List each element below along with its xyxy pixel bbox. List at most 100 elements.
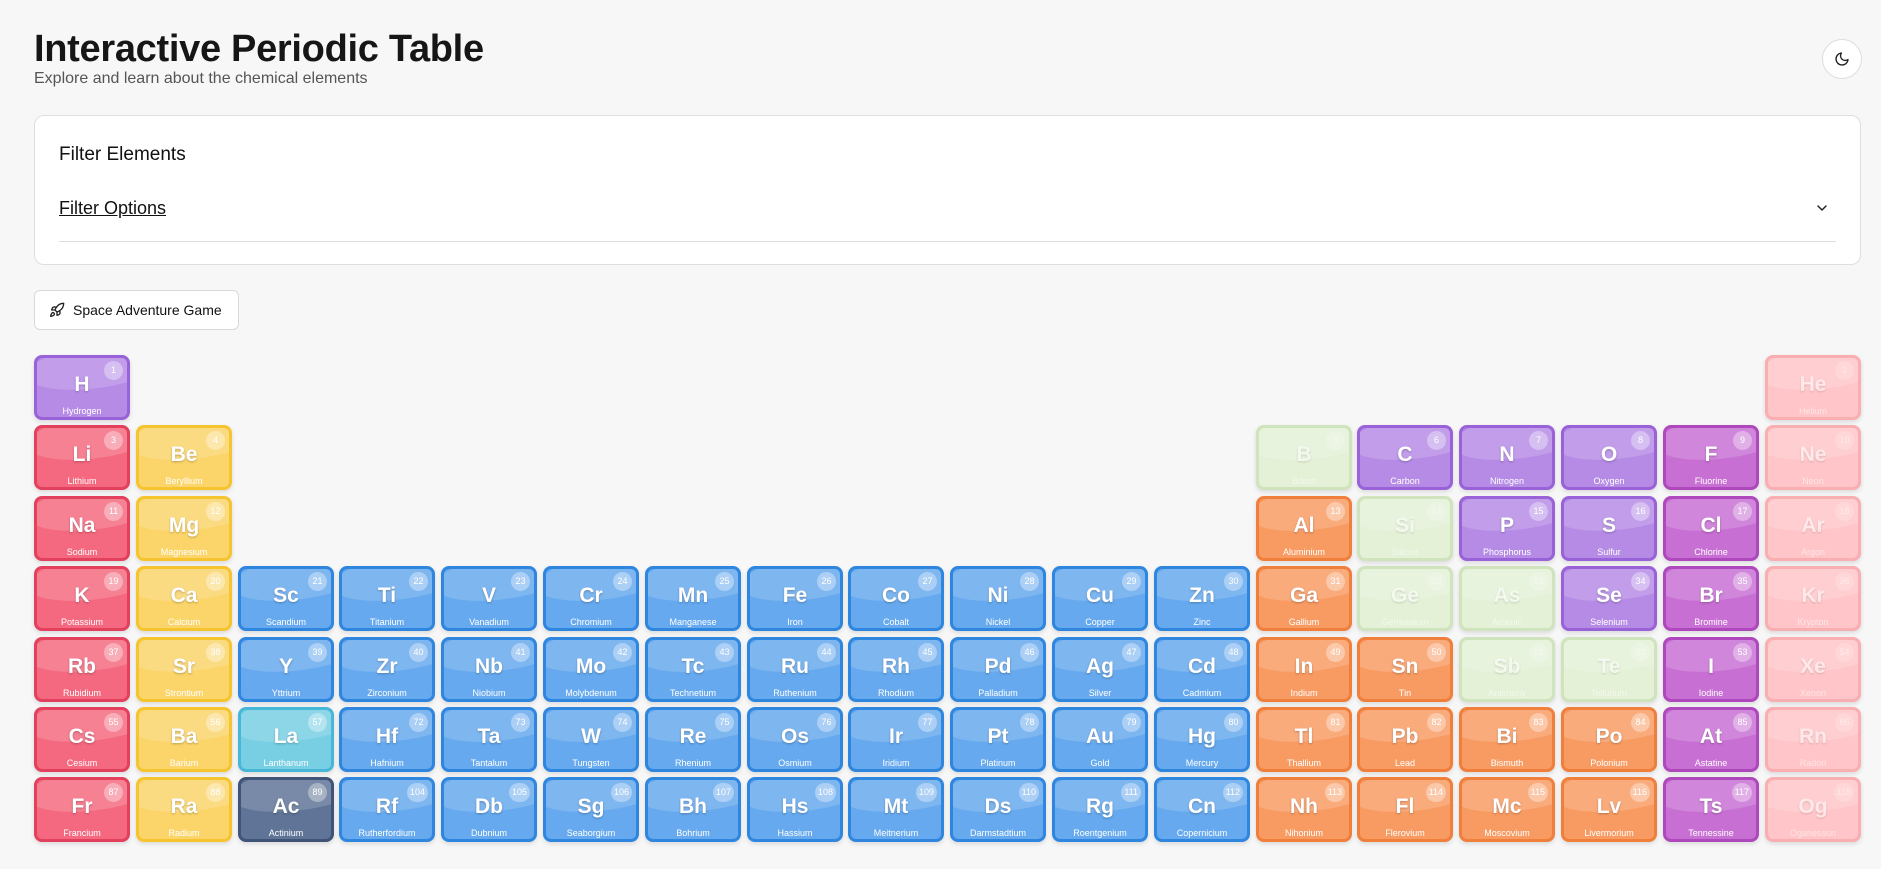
element-tile-technetium[interactable]: 43 Tc Technetium (645, 637, 741, 702)
element-tile-tellurium[interactable]: 52 Te Tellurium (1561, 637, 1657, 702)
element-tile-cobalt[interactable]: 27 Co Cobalt (848, 566, 944, 631)
element-tile-nitrogen[interactable]: 7 N Nitrogen (1459, 425, 1555, 490)
element-tile-krypton[interactable]: 36 Kr Krypton (1765, 566, 1861, 631)
element-tile-gallium[interactable]: 31 Ga Gallium (1256, 566, 1352, 631)
element-tile-magnesium[interactable]: 12 Mg Magnesium (136, 496, 232, 561)
element-tile-polonium[interactable]: 84 Po Polonium (1561, 707, 1657, 772)
element-tile-argon[interactable]: 18 Ar Argon (1765, 496, 1861, 561)
element-tile-mercury[interactable]: 80 Hg Mercury (1154, 707, 1250, 772)
element-tile-rhodium[interactable]: 45 Rh Rhodium (848, 637, 944, 702)
element-name: Calcium (167, 617, 201, 627)
element-tile-germanium[interactable]: 32 Ge Germanium (1357, 566, 1453, 631)
element-tile-silicon[interactable]: 14 Si Silicon (1357, 496, 1453, 561)
element-tile-tennessine[interactable]: 117 Ts Tennessine (1663, 777, 1759, 842)
chevron-down-icon[interactable] (1814, 200, 1830, 216)
element-tile-chromium[interactable]: 24 Cr Chromium (543, 566, 639, 631)
element-tile-neon[interactable]: 10 Ne Neon (1765, 425, 1861, 490)
element-tile-cadmium[interactable]: 48 Cd Cadmium (1154, 637, 1250, 702)
element-tile-selenium[interactable]: 34 Se Selenium (1561, 566, 1657, 631)
element-tile-molybdenum[interactable]: 42 Mo Molybdenum (543, 637, 639, 702)
element-tile-lead[interactable]: 82 Pb Lead (1357, 707, 1453, 772)
element-tile-beryllium[interactable]: 4 Be Beryllium (136, 425, 232, 490)
element-tile-copper[interactable]: 29 Cu Copper (1052, 566, 1148, 631)
element-tile-radon[interactable]: 86 Rn Radon (1765, 707, 1861, 772)
element-tile-iridium[interactable]: 77 Ir Iridium (848, 707, 944, 772)
element-tile-niobium[interactable]: 41 Nb Niobium (441, 637, 537, 702)
element-tile-bismuth[interactable]: 83 Bi Bismuth (1459, 707, 1555, 772)
element-tile-rhenium[interactable]: 75 Re Rhenium (645, 707, 741, 772)
element-tile-roentgenium[interactable]: 111 Rg Roentgenium (1052, 777, 1148, 842)
element-tile-radium[interactable]: 88 Ra Radium (136, 777, 232, 842)
element-tile-cesium[interactable]: 55 Cs Cesium (34, 707, 130, 772)
element-tile-indium[interactable]: 49 In Indium (1256, 637, 1352, 702)
element-tile-calcium[interactable]: 20 Ca Calcium (136, 566, 232, 631)
element-tile-xenon[interactable]: 54 Xe Xenon (1765, 637, 1861, 702)
element-tile-flerovium[interactable]: 114 Fl Flerovium (1357, 777, 1453, 842)
element-tile-fluorine[interactable]: 9 F Fluorine (1663, 425, 1759, 490)
element-tile-chlorine[interactable]: 17 Cl Chlorine (1663, 496, 1759, 561)
element-tile-oxygen[interactable]: 8 O Oxygen (1561, 425, 1657, 490)
element-tile-nickel[interactable]: 28 Ni Nickel (950, 566, 1046, 631)
element-tile-thallium[interactable]: 81 Tl Thallium (1256, 707, 1352, 772)
element-tile-bromine[interactable]: 35 Br Bromine (1663, 566, 1759, 631)
element-tile-lithium[interactable]: 3 Li Lithium (34, 425, 130, 490)
element-tile-sulfur[interactable]: 16 S Sulfur (1561, 496, 1657, 561)
element-tile-zinc[interactable]: 30 Zn Zinc (1154, 566, 1250, 631)
element-tile-dubnium[interactable]: 105 Db Dubnium (441, 777, 537, 842)
element-name: Cadmium (1182, 688, 1222, 698)
element-tile-aluminium[interactable]: 13 Al Aluminium (1256, 496, 1352, 561)
element-tile-astatine[interactable]: 85 At Astatine (1663, 707, 1759, 772)
element-tile-scandium[interactable]: 21 Sc Scandium (238, 566, 334, 631)
element-tile-tungsten[interactable]: 74 W Tungsten (543, 707, 639, 772)
element-tile-phosphorus[interactable]: 15 P Phosphorus (1459, 496, 1555, 561)
element-tile-boron[interactable]: 5 B Boron (1256, 425, 1352, 490)
element-tile-sodium[interactable]: 11 Na Sodium (34, 496, 130, 561)
element-tile-manganese[interactable]: 25 Mn Manganese (645, 566, 741, 631)
element-tile-yttrium[interactable]: 39 Y Yttrium (238, 637, 334, 702)
element-tile-oganesson[interactable]: 118 Og Oganesson (1765, 777, 1861, 842)
element-tile-darmstadtium[interactable]: 110 Ds Darmstadtium (950, 777, 1046, 842)
element-tile-rubidium[interactable]: 37 Rb Rubidium (34, 637, 130, 702)
element-tile-copernicium[interactable]: 112 Cn Copernicium (1154, 777, 1250, 842)
filter-options-accordion[interactable]: Filter Options (59, 198, 1836, 242)
element-tile-strontium[interactable]: 38 Sr Strontium (136, 637, 232, 702)
element-name: Flerovium (1385, 828, 1425, 838)
element-tile-livermorium[interactable]: 116 Lv Livermorium (1561, 777, 1657, 842)
element-tile-ruthenium[interactable]: 44 Ru Ruthenium (747, 637, 843, 702)
element-tile-zirconium[interactable]: 40 Zr Zirconium (339, 637, 435, 702)
element-tile-barium[interactable]: 56 Ba Barium (136, 707, 232, 772)
element-tile-seaborgium[interactable]: 106 Sg Seaborgium (543, 777, 639, 842)
element-symbol: Mt (883, 795, 909, 818)
element-tile-hafnium[interactable]: 72 Hf Hafnium (339, 707, 435, 772)
element-tile-helium[interactable]: 2 He Helium (1765, 355, 1861, 420)
element-tile-osmium[interactable]: 76 Os Osmium (747, 707, 843, 772)
element-tile-iodine[interactable]: 53 I Iodine (1663, 637, 1759, 702)
element-tile-nihonium[interactable]: 113 Nh Nihonium (1256, 777, 1352, 842)
element-tile-titanium[interactable]: 22 Ti Titanium (339, 566, 435, 631)
element-tile-hassium[interactable]: 108 Hs Hassium (747, 777, 843, 842)
element-tile-meitnerium[interactable]: 109 Mt Meitnerium (848, 777, 944, 842)
element-tile-moscovium[interactable]: 115 Mc Moscovium (1459, 777, 1555, 842)
element-tile-francium[interactable]: 87 Fr Francium (34, 777, 130, 842)
element-tile-gold[interactable]: 79 Au Gold (1052, 707, 1148, 772)
element-tile-carbon[interactable]: 6 C Carbon (1357, 425, 1453, 490)
element-tile-lanthanum[interactable]: 57 La Lanthanum (238, 707, 334, 772)
element-tile-tin[interactable]: 50 Sn Tin (1357, 637, 1453, 702)
element-tile-potassium[interactable]: 19 K Potassium (34, 566, 130, 631)
element-tile-silver[interactable]: 47 Ag Silver (1052, 637, 1148, 702)
element-tile-bohrium[interactable]: 107 Bh Bohrium (645, 777, 741, 842)
element-symbol: La (273, 725, 299, 748)
theme-toggle-button[interactable] (1822, 39, 1862, 79)
element-tile-antimony[interactable]: 51 Sb Antimony (1459, 637, 1555, 702)
element-tile-tantalum[interactable]: 73 Ta Tantalum (441, 707, 537, 772)
element-tile-iron[interactable]: 26 Fe Iron (747, 566, 843, 631)
element-tile-rutherfordium[interactable]: 104 Rf Rutherfordium (339, 777, 435, 842)
element-tile-actinium[interactable]: 89 Ac Actinium (238, 777, 334, 842)
filter-options-label[interactable]: Filter Options (59, 198, 166, 219)
space-adventure-game-button[interactable]: Space Adventure Game (34, 290, 239, 330)
element-tile-palladium[interactable]: 46 Pd Palladium (950, 637, 1046, 702)
element-tile-vanadium[interactable]: 23 V Vanadium (441, 566, 537, 631)
element-tile-arsenic[interactable]: 33 As Arsenic (1459, 566, 1555, 631)
element-tile-hydrogen[interactable]: 1 H Hydrogen (34, 355, 130, 420)
element-tile-platinum[interactable]: 78 Pt Platinum (950, 707, 1046, 772)
